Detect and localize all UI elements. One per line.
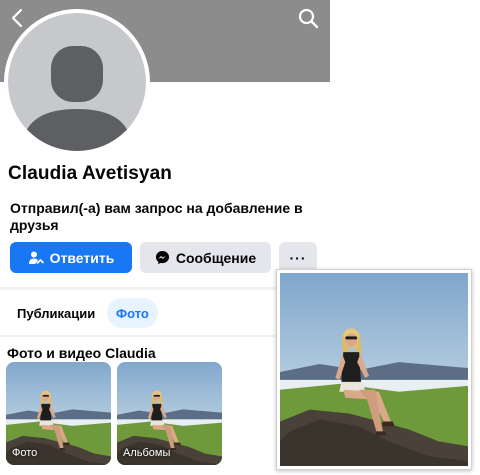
- avatar-placeholder: [8, 13, 146, 151]
- person-reply-icon: [28, 251, 44, 264]
- album-photos[interactable]: Фото: [6, 362, 111, 465]
- search-button[interactable]: [296, 6, 320, 30]
- person-silhouette-icon: [22, 46, 132, 151]
- enlarged-photo-image: [280, 273, 468, 466]
- search-icon: [298, 8, 319, 29]
- enlarged-photo[interactable]: [276, 269, 472, 470]
- message-button[interactable]: Сообщение: [140, 242, 271, 273]
- profile-header-card: Claudia Avetisyan Отправил(-а) вам запро…: [0, 0, 330, 287]
- album-label: Альбомы: [123, 447, 171, 459]
- more-horizontal-icon: ···: [289, 249, 307, 266]
- friend-request-text: Отправил(-а) вам запрос на добавление в …: [10, 200, 303, 233]
- avatar[interactable]: [4, 9, 150, 155]
- message-button-label: Сообщение: [175, 249, 257, 266]
- album-albums[interactable]: Альбомы: [117, 362, 222, 465]
- tab-posts[interactable]: Публикации: [8, 298, 104, 328]
- reply-button[interactable]: Ответить: [10, 242, 132, 273]
- tab-photos[interactable]: Фото: [107, 298, 158, 328]
- album-label: Фото: [12, 447, 38, 459]
- profile-name: Claudia Avetisyan: [8, 163, 172, 184]
- messenger-icon: [155, 250, 169, 265]
- reply-button-label: Ответить: [49, 249, 115, 266]
- photos-section-title: Фото и видео Claudia: [7, 345, 156, 361]
